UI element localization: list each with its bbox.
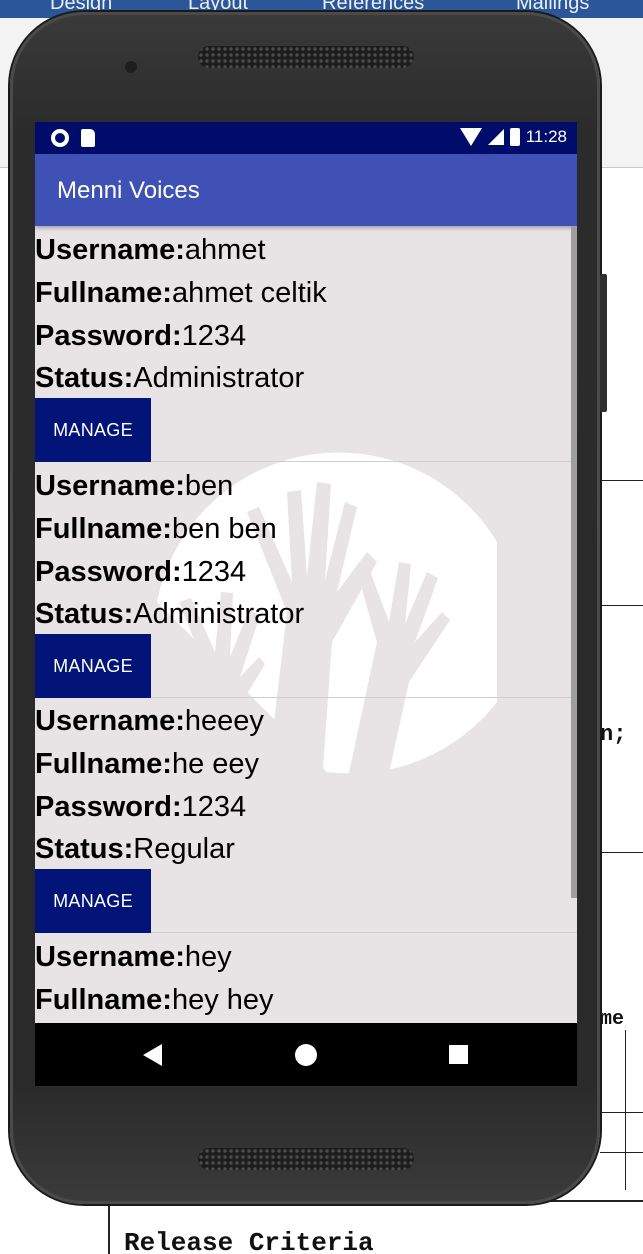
app-bar: Menni Voices [35,154,577,226]
doc-table-line [108,1200,110,1254]
status-bar: 11:28 [35,122,577,154]
fullname-label: Fullname: [35,748,172,780]
username-value: hey [184,941,232,973]
username-label: Username: [35,705,185,737]
username-label: Username: [35,470,185,502]
password-label: Password: [35,556,182,588]
fullname-row: Fullname:ahmet celtik [35,273,327,313]
status-row: Status:Administrator [35,358,304,398]
home-icon[interactable] [295,1044,317,1066]
fullname-value: he eey [171,748,260,780]
wifi-icon [459,128,482,146]
doc-side-text: n; [600,722,627,747]
status-label: Status: [35,362,134,394]
username-row: Username:ben [35,466,233,506]
status-row: Status:Administrator [35,594,304,634]
username-label: Username: [35,234,185,266]
status-label: Status: [35,598,134,630]
username-label: Username: [35,941,185,973]
status-label: Status: [35,833,134,865]
password-row: Password:1234 [35,787,246,827]
bottom-speaker-grille [198,1148,414,1170]
cell-signal-icon [487,129,504,145]
doc-table-line [600,852,643,853]
release-criteria-heading: Release Criteria [124,1228,374,1254]
status-time: 11:28 [525,127,567,146]
username-value: heeey [184,705,264,737]
fullname-value: ahmet celtik [171,277,327,309]
doc-side-text: me [600,1008,625,1031]
list-item: Username:ahmet Fullname:ahmet celtik Pas… [35,226,577,462]
list-item: Username:ben Fullname:ben ben Password:1… [35,462,577,698]
fullname-value: ben ben [171,513,277,545]
doc-table-line [600,1112,643,1113]
list-scrollbar[interactable] [571,226,577,898]
username-value: ben [184,470,234,502]
password-label: Password: [35,791,182,823]
password-label: Password: [35,320,182,352]
status-value: Administrator [133,362,305,394]
front-camera [122,58,140,76]
user-list[interactable]: Username:ahmet Fullname:ahmet celtik Pas… [35,226,577,1023]
sd-card-icon [81,129,95,147]
back-icon[interactable] [143,1044,162,1066]
doc-table-line [600,480,643,481]
manage-button[interactable]: MANAGE [35,634,151,698]
password-value: 1234 [181,320,247,352]
password-row: Password:1234 [35,552,246,592]
password-value: 1234 [181,791,247,823]
status-value: Regular [133,833,235,865]
recent-apps-icon[interactable] [449,1045,468,1064]
battery-icon [509,128,520,146]
fullname-label: Fullname: [35,984,172,1016]
doc-table-line [600,1152,643,1153]
doc-table-line [625,1030,626,1190]
list-item: Username:heeey Fullname:he eey Password:… [35,697,577,933]
fullname-row: Fullname:hey hey [35,980,274,1020]
fullname-row: Fullname:ben ben [35,509,277,549]
manage-button[interactable]: MANAGE [35,398,151,462]
top-speaker-grille [198,46,414,68]
list-item: Username:hey Fullname:hey hey [35,933,577,1023]
status-value: Administrator [133,598,305,630]
password-value: 1234 [181,556,247,588]
app-title: Menni Voices [57,177,200,204]
username-row: Username:heeey [35,701,264,741]
navigation-bar [35,1023,577,1086]
doc-table-line [600,605,643,606]
status-row: Status:Regular [35,829,235,869]
fullname-row: Fullname:he eey [35,744,259,784]
username-value: ahmet [184,234,266,266]
manage-button[interactable]: MANAGE [35,869,151,933]
volume-button[interactable] [600,322,607,412]
phone-screen: 11:28 Menni Voices Username:ahmet Fullna… [35,122,577,1086]
notification-circle-icon [51,129,69,147]
username-row: Username:hey [35,937,232,977]
fullname-label: Fullname: [35,513,172,545]
fullname-value: hey hey [171,984,274,1016]
username-row: Username:ahmet [35,230,266,270]
fullname-label: Fullname: [35,277,172,309]
password-row: Password:1234 [35,316,246,356]
